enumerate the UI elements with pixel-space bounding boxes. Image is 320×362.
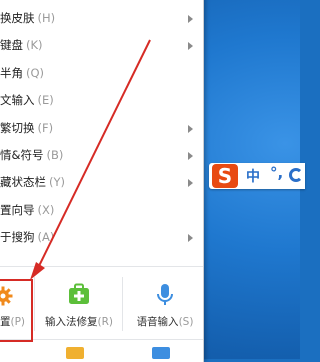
punctuation-toggle[interactable]: °, <box>270 164 283 182</box>
menu-list: 换皮肤 (H) 键盘 (K) 半角 (Q) 文输入 (E) 繁切换 (F) 情&符号 (B)… <box>0 5 203 252</box>
tile-shortcut: (S) <box>178 316 194 328</box>
highlight-box <box>0 279 33 342</box>
menu-item-traditional-simplified[interactable]: 繁切换 (F) <box>0 115 203 142</box>
smiley-icon[interactable] <box>289 168 303 182</box>
menu-item-shortcut: (E) <box>37 93 54 108</box>
menu-item-emoji-symbols[interactable]: 情&符号 (B) <box>0 142 203 169</box>
toolbox-plus-icon <box>69 283 89 304</box>
menu-item-shortcut: (B) <box>46 147 64 162</box>
menu-divider <box>0 266 203 267</box>
tool-icon[interactable] <box>152 347 170 359</box>
submenu-arrow-icon <box>188 124 193 133</box>
voice-input-tile[interactable]: 语音输入(S) <box>124 277 206 331</box>
sogou-logo-icon[interactable]: S <box>212 164 238 188</box>
menu-item-label: 于搜狗 <box>0 230 35 245</box>
menu-item-shortcut: (A) <box>37 230 55 245</box>
menu-item-shortcut: (F) <box>37 120 54 135</box>
menu-item-label: 换皮肤 <box>0 11 35 25</box>
tile-divider <box>122 277 123 331</box>
language-toggle[interactable]: 中 <box>246 166 260 186</box>
menu-item-label: 半角 <box>0 65 23 80</box>
more-tools-row <box>0 339 203 359</box>
menu-item-shortcut: (K) <box>26 38 43 53</box>
menu-item-shortcut: (Q) <box>26 65 45 80</box>
sogou-ime-status-bar[interactable]: S 中 °, <box>209 163 305 189</box>
submenu-arrow-icon <box>188 179 193 188</box>
submenu-arrow-icon <box>188 42 193 51</box>
menu-item-half-width[interactable]: 半角 (Q) <box>0 60 203 87</box>
menu-item-keyboard[interactable]: 键盘 (K) <box>0 32 203 59</box>
menu-item-about-sogou[interactable]: 于搜狗 (A) <box>0 224 203 251</box>
tile-shortcut: (R) <box>97 316 114 328</box>
menu-item-label: 键盘 <box>0 38 23 53</box>
ime-repair-tile[interactable]: 输入法修复(R) <box>36 277 122 331</box>
submenu-arrow-icon <box>188 151 193 160</box>
menu-item-skin[interactable]: 换皮肤 (H) <box>0 5 203 32</box>
menu-item-label: 藏状态栏 <box>0 175 46 190</box>
menu-item-shortcut: (X) <box>37 202 55 217</box>
menu-item-shortcut: (Y) <box>49 175 65 190</box>
menu-item-label: 繁切换 <box>0 120 35 135</box>
tile-label: 输入法修复 <box>45 316 98 328</box>
menu-item-english-input[interactable]: 文输入 (E) <box>0 87 203 114</box>
tile-divider <box>34 277 35 331</box>
menu-item-label: 情&符号 <box>0 147 44 162</box>
menu-item-setup-wizard[interactable]: 置向导 (X) <box>0 197 203 224</box>
menu-item-hide-status-bar[interactable]: 藏状态栏 (Y) <box>0 169 203 196</box>
menu-item-label: 置向导 <box>0 202 35 217</box>
microphone-icon <box>157 284 173 305</box>
menu-item-label: 文输入 <box>0 93 35 108</box>
tile-label: 语音输入 <box>136 316 179 328</box>
submenu-arrow-icon <box>188 15 193 23</box>
submenu-arrow-icon <box>188 234 193 243</box>
menu-item-shortcut: (H) <box>37 11 56 25</box>
tool-icon[interactable] <box>66 347 84 359</box>
